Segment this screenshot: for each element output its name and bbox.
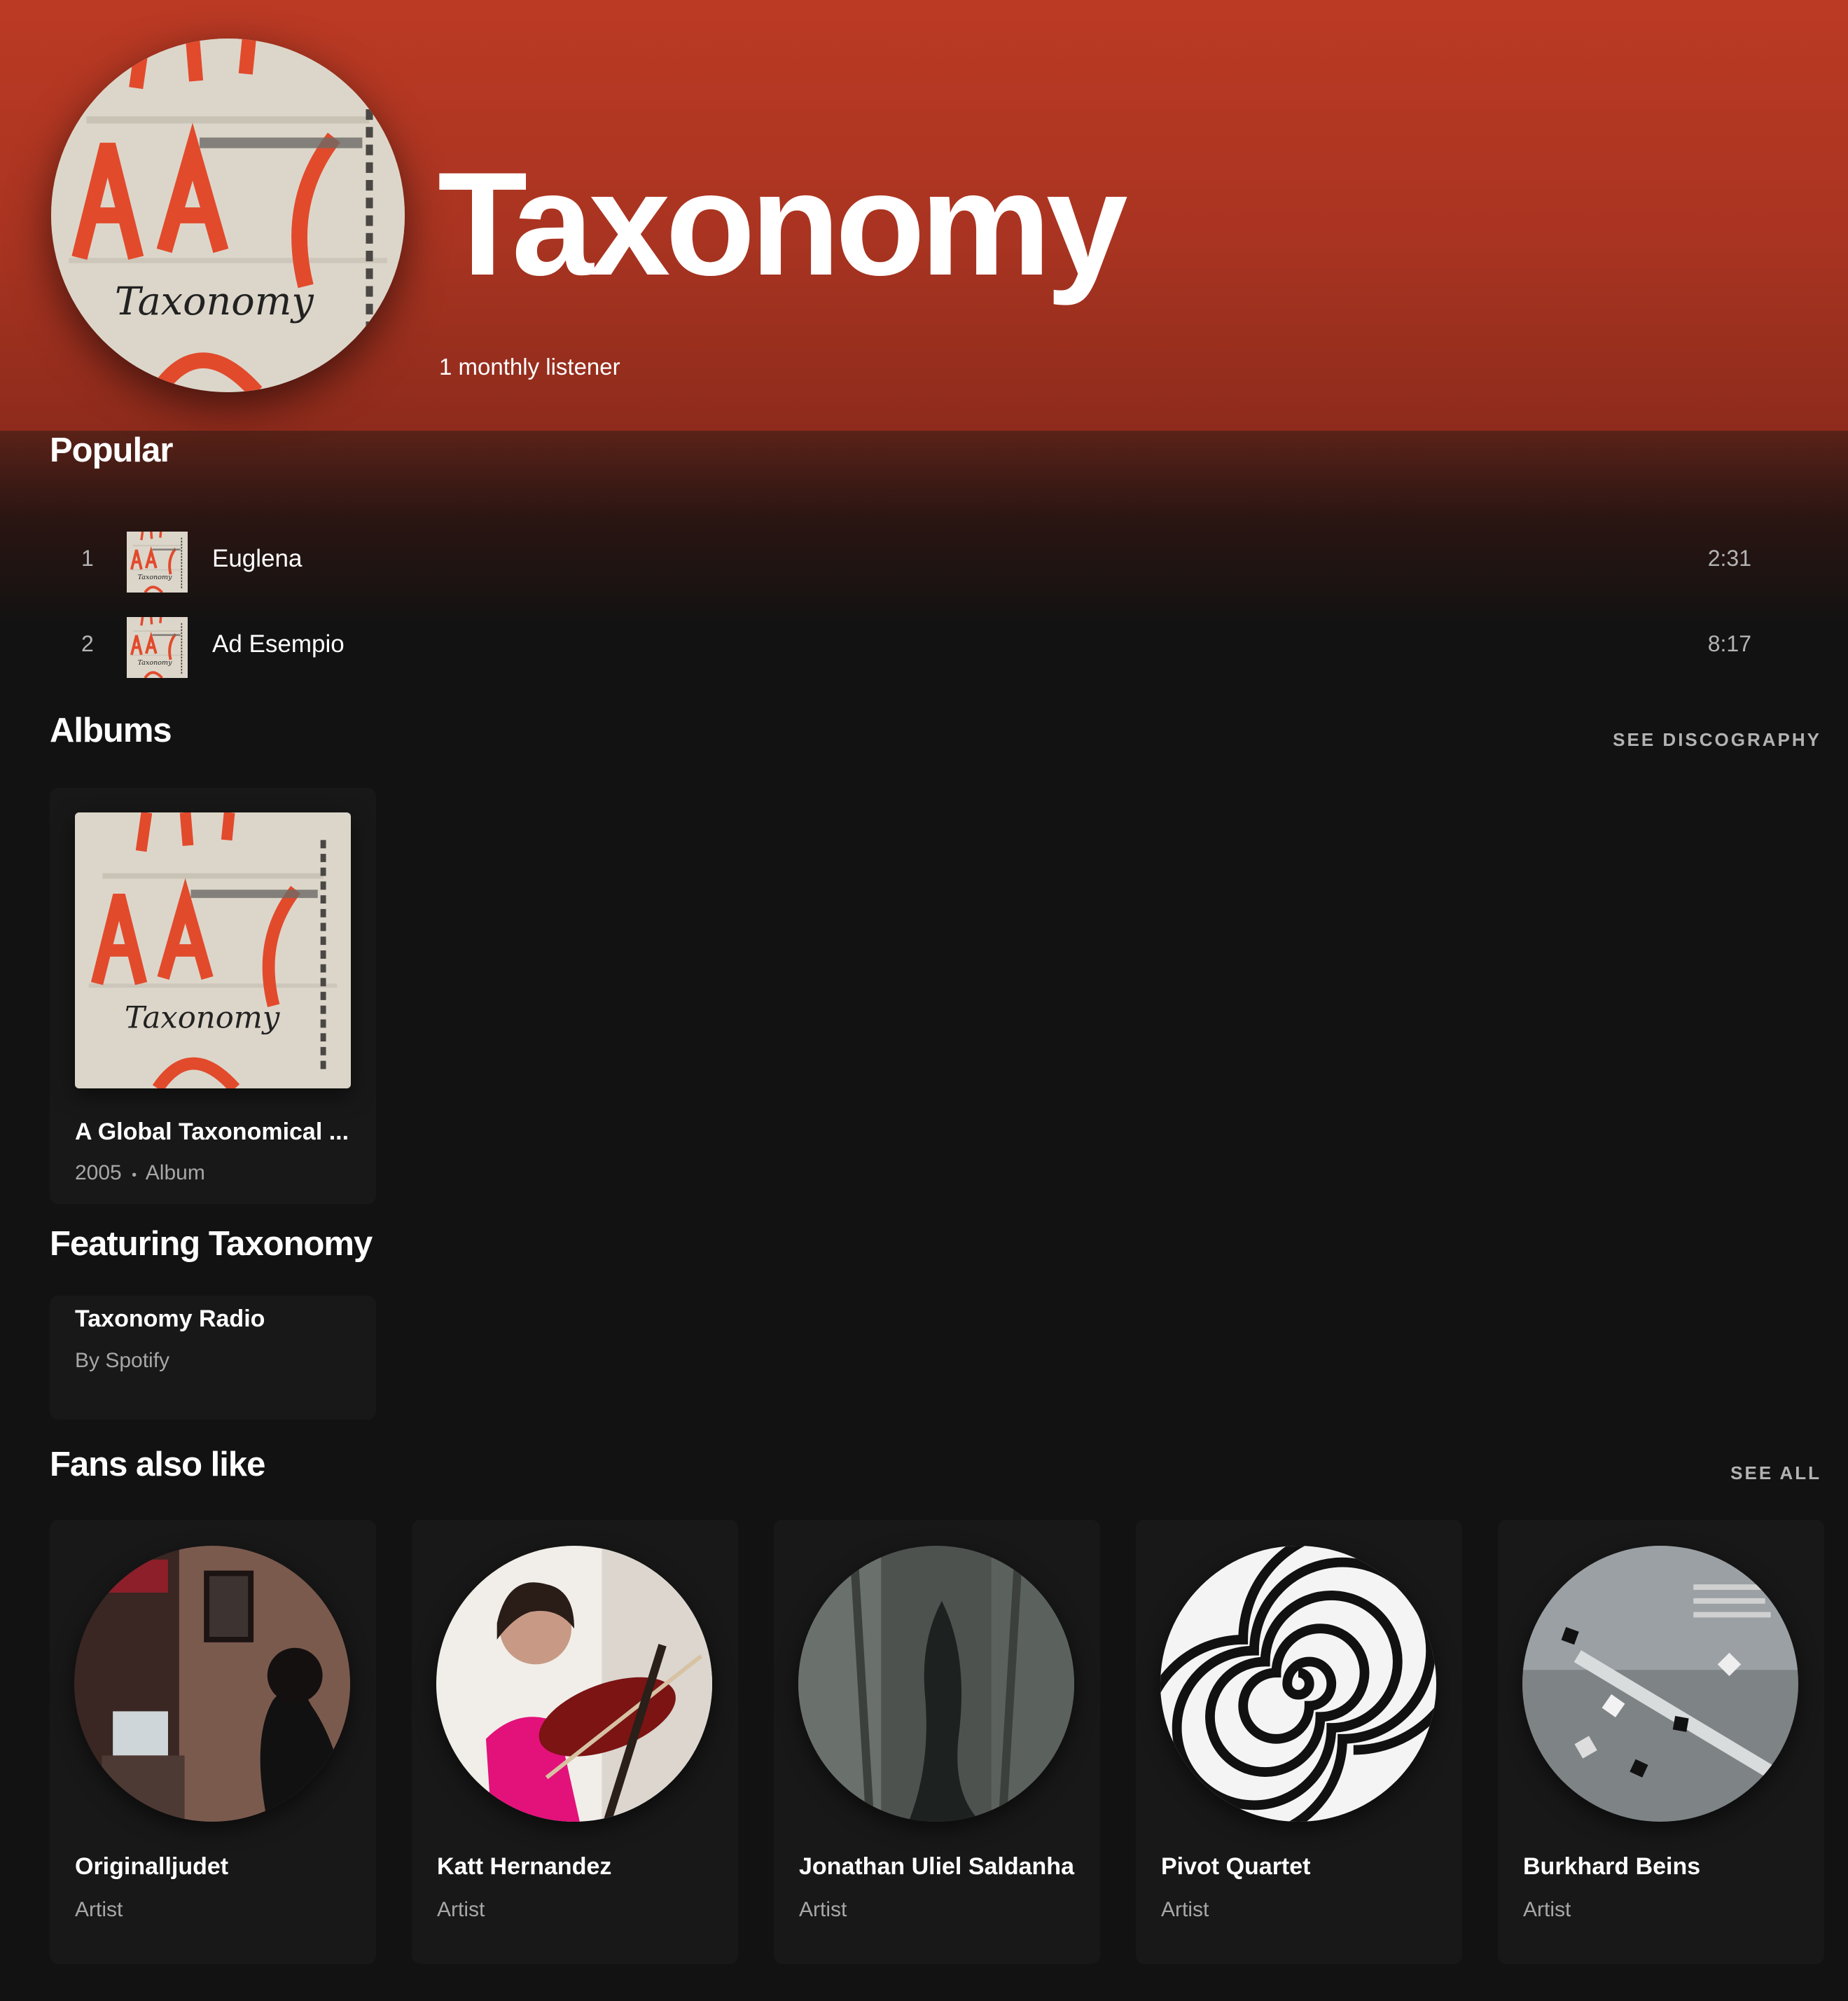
artist-name-label[interactable]: Jonathan Uliel Saldanha — [799, 1853, 1074, 1881]
track-artwork-image — [127, 532, 188, 593]
artist-photo — [436, 1546, 712, 1822]
artist-name-label[interactable]: Pivot Quartet — [1161, 1853, 1310, 1881]
artist-image — [436, 1546, 712, 1822]
artist-avatar — [51, 39, 405, 392]
artist-card-katt-hernandez[interactable]: Katt Hernandez Artist — [412, 1520, 738, 1964]
artist-card-burkhard-beins[interactable]: Burkhard Beins Artist — [1498, 1520, 1824, 1964]
album-cover-image — [75, 812, 351, 1088]
album-cover — [75, 812, 351, 1088]
artist-type: Artist — [437, 1898, 485, 1921]
popular-section-title: Popular — [50, 431, 173, 469]
track-duration: 8:17 — [1707, 631, 1751, 656]
artist-name-label[interactable]: Burkhard Beins — [1523, 1853, 1700, 1881]
artist-type: Artist — [799, 1898, 847, 1921]
track-artwork — [127, 617, 188, 678]
artist-card-pivot-quartet[interactable]: Pivot Quartet Artist — [1136, 1520, 1462, 1964]
artist-card-originalljudet[interactable]: Originalljudet Artist — [50, 1520, 376, 1964]
album-artwork-image — [51, 39, 405, 392]
playlist-card[interactable]: Taxonomy Radio By Spotify — [50, 1296, 376, 1420]
artist-card-jonathan-uliel-saldanha[interactable]: Jonathan Uliel Saldanha Artist — [774, 1520, 1100, 1964]
track-number: 2 — [81, 631, 94, 656]
albums-section-title: Albums — [50, 712, 172, 749]
meta-separator: • — [132, 1168, 137, 1183]
track-row-1[interactable]: 1 Euglena 2:31 — [50, 522, 1751, 600]
see-all-link[interactable]: SEE ALL — [1730, 1462, 1821, 1484]
track-artwork — [127, 532, 188, 593]
playlist-owner: By Spotify — [75, 1349, 170, 1372]
monthly-listeners: 1 monthly listener — [439, 354, 620, 380]
album-card[interactable]: A Global Taxonomical ... 2005 • Album — [50, 788, 376, 1204]
track-row-2[interactable]: 2 Ad Esempio 8:17 — [50, 607, 1751, 686]
artist-type: Artist — [1523, 1898, 1571, 1921]
track-artwork-image — [127, 617, 188, 678]
artist-type: Artist — [75, 1898, 123, 1921]
artist-photo — [1160, 1546, 1436, 1822]
fans-section-title: Fans also like — [50, 1446, 265, 1483]
artist-name-label[interactable]: Originalljudet — [75, 1853, 228, 1881]
track-duration: 2:31 — [1707, 546, 1751, 571]
artist-image — [798, 1546, 1074, 1822]
artist-name-label[interactable]: Katt Hernandez — [437, 1853, 611, 1881]
see-discography-link[interactable]: SEE DISCOGRAPHY — [1613, 729, 1821, 751]
artist-image — [1160, 1546, 1436, 1822]
artist-name: Taxonomy — [438, 141, 1128, 306]
artist-type: Artist — [1161, 1898, 1209, 1921]
playlist-title[interactable]: Taxonomy Radio — [75, 1306, 265, 1333]
artist-photo — [798, 1546, 1074, 1822]
featuring-section-title: Featuring Taxonomy — [50, 1225, 373, 1263]
album-year: 2005 — [75, 1161, 122, 1184]
track-title[interactable]: Ad Esempio — [212, 630, 345, 658]
artist-photo — [1522, 1546, 1798, 1822]
artist-photo — [74, 1546, 350, 1822]
track-title[interactable]: Euglena — [212, 545, 302, 573]
album-title[interactable]: A Global Taxonomical ... — [75, 1119, 349, 1146]
artist-image — [1522, 1546, 1798, 1822]
album-type: Album — [145, 1161, 205, 1184]
album-meta: 2005 • Album — [75, 1161, 205, 1185]
artist-image — [74, 1546, 350, 1822]
track-number: 1 — [81, 546, 94, 571]
